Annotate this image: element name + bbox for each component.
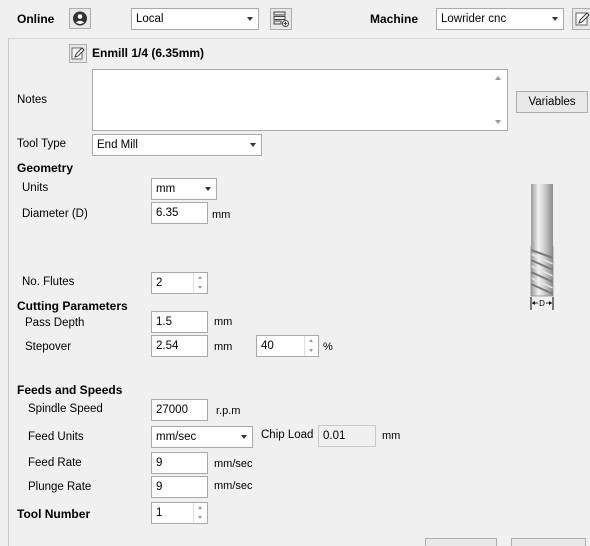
- feed-rate-input[interactable]: 9: [151, 452, 208, 474]
- feeds-heading: Feeds and Speeds: [17, 383, 123, 397]
- user-circle-icon: [73, 11, 87, 26]
- dialog-button-right[interactable]: [511, 538, 586, 546]
- tool-type-label: Tool Type: [17, 138, 67, 150]
- spin-down-icon[interactable]: [194, 513, 207, 523]
- edit-tool-name-button[interactable]: [69, 44, 87, 63]
- flutes-value: 2: [156, 277, 163, 289]
- spindle-speed-input[interactable]: 27000: [151, 399, 208, 421]
- spin-down-icon[interactable]: [305, 346, 318, 356]
- machine-label: Machine: [370, 12, 419, 26]
- units-label: Units: [22, 182, 49, 194]
- units-select[interactable]: mm: [151, 178, 217, 200]
- chevron-down-icon: [241, 435, 247, 439]
- edit-machine-button[interactable]: [572, 8, 590, 30]
- geometry-heading: Geometry: [17, 161, 74, 175]
- plunge-rate-input[interactable]: 9: [151, 476, 208, 498]
- notes-label: Notes: [17, 94, 48, 106]
- stepover-unit: mm: [214, 341, 233, 353]
- tool-number-spinbox[interactable]: 1: [151, 502, 208, 524]
- diameter-input[interactable]: 6.35: [151, 202, 208, 224]
- machine-select[interactable]: Lowrider cnc: [436, 8, 564, 30]
- source-select[interactable]: Local: [131, 8, 259, 30]
- flutes-label: No. Flutes: [22, 276, 75, 288]
- spindle-speed-label: Spindle Speed: [28, 403, 103, 415]
- chip-load-input[interactable]: 0.01: [318, 425, 376, 447]
- stepover-input[interactable]: 2.54: [151, 335, 208, 357]
- chip-load-unit: mm: [382, 430, 401, 442]
- notes-textarea[interactable]: [92, 69, 508, 131]
- tool-library-button[interactable]: [270, 8, 292, 30]
- chevron-down-icon: [552, 17, 558, 21]
- tool-type-value: End Mill: [97, 139, 138, 151]
- online-label: Online: [17, 12, 55, 26]
- spin-up-icon[interactable]: [194, 273, 207, 283]
- stepover-label: Stepover: [25, 341, 72, 353]
- variables-button[interactable]: Variables: [516, 91, 588, 113]
- plunge-rate-label: Plunge Rate: [28, 481, 92, 493]
- cutting-heading: Cutting Parameters: [17, 299, 128, 313]
- online-account-button[interactable]: [69, 8, 91, 29]
- tool-type-select[interactable]: End Mill: [92, 134, 262, 156]
- chevron-down-icon: [250, 143, 256, 147]
- tool-name: Enmill 1/4 (6.35mm): [92, 46, 205, 60]
- scroll-down-icon[interactable]: [495, 120, 501, 124]
- feed-rate-label: Feed Rate: [28, 457, 82, 469]
- edit-icon: [71, 47, 85, 60]
- feed-units-select[interactable]: mm/sec: [151, 426, 253, 448]
- endmill-diagram: D: [530, 184, 554, 310]
- stepover-percent-unit: %: [323, 341, 333, 353]
- stepover-percent-spinbox[interactable]: 40: [256, 335, 319, 357]
- spin-up-icon[interactable]: [305, 336, 318, 346]
- tool-number-value: 1: [156, 507, 163, 519]
- source-select-value: Local: [136, 13, 164, 25]
- chevron-down-icon: [247, 17, 253, 21]
- stepover-percent-value: 40: [261, 340, 274, 352]
- feed-units-label: Feed Units: [28, 431, 84, 443]
- feed-rate-unit: mm/sec: [214, 458, 253, 470]
- tool-number-label: Tool Number: [17, 507, 91, 521]
- stepover-percent-spin-buttons[interactable]: [304, 336, 318, 356]
- plunge-rate-unit: mm/sec: [214, 480, 253, 492]
- diameter-unit: mm: [212, 209, 231, 221]
- scroll-up-icon[interactable]: [495, 76, 501, 80]
- spin-down-icon[interactable]: [194, 283, 207, 293]
- spin-up-icon[interactable]: [194, 503, 207, 513]
- flutes-spin-buttons[interactable]: [193, 273, 207, 293]
- machine-select-value: Lowrider cnc: [441, 13, 507, 25]
- chevron-down-icon: [205, 187, 211, 191]
- spindle-speed-unit: r.p.m: [216, 405, 241, 417]
- dialog-button-left[interactable]: [425, 538, 497, 546]
- tool-number-spin-buttons[interactable]: [193, 503, 207, 523]
- feed-units-value: mm/sec: [156, 431, 197, 443]
- edit-icon: [575, 12, 590, 26]
- units-value: mm: [156, 183, 176, 195]
- notes-scrollbar[interactable]: [491, 70, 507, 130]
- pass-depth-label: Pass Depth: [25, 317, 85, 329]
- diagram-d-label: D: [539, 299, 545, 308]
- pass-depth-input[interactable]: 1.5: [151, 311, 208, 333]
- flutes-spinbox[interactable]: 2: [151, 272, 208, 294]
- tool-library-icon: [273, 11, 289, 27]
- chip-load-label: Chip Load: [261, 429, 314, 441]
- diameter-label: Diameter (D): [22, 208, 88, 220]
- pass-depth-unit: mm: [214, 316, 233, 328]
